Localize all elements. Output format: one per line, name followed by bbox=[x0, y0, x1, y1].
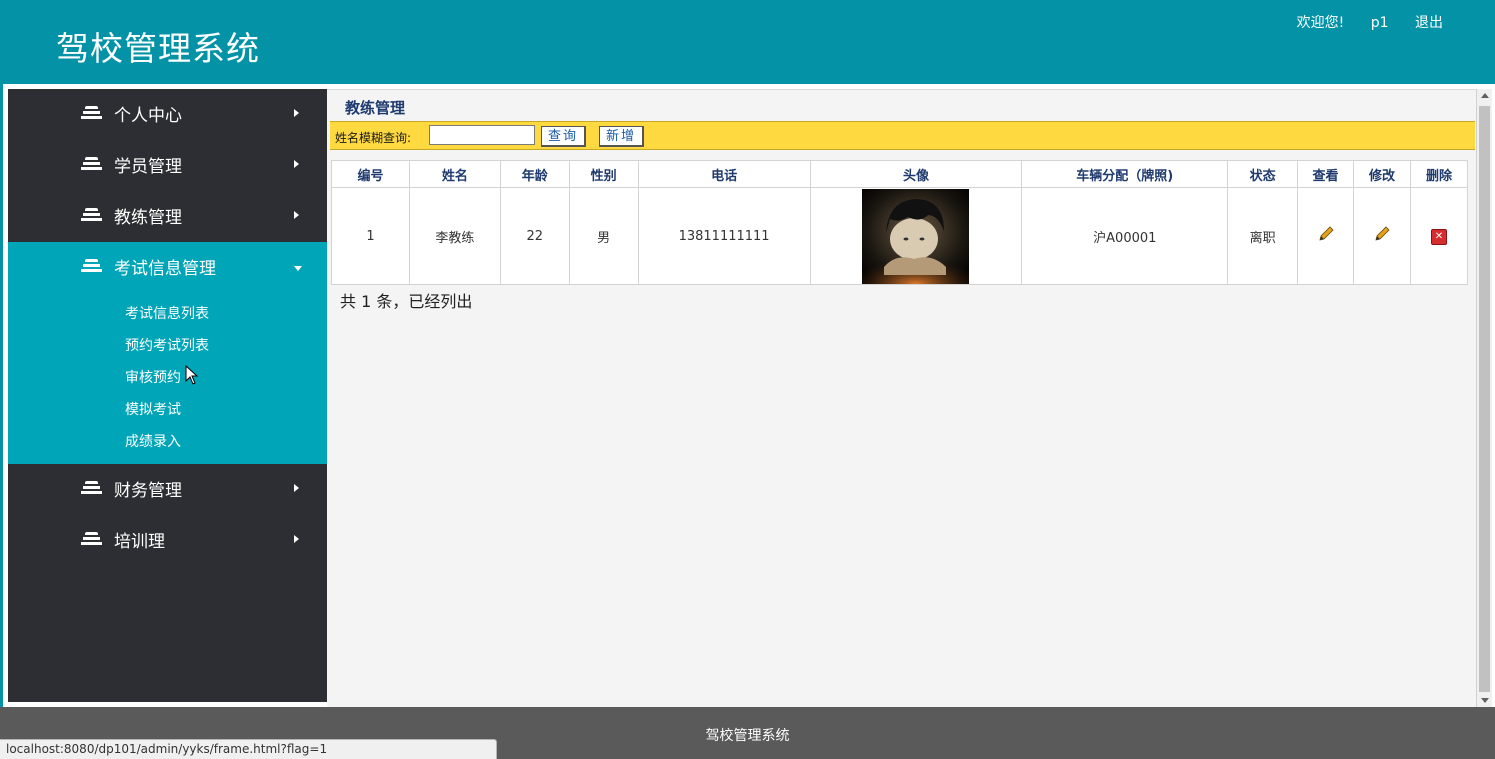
col-header-edit: 修改 bbox=[1353, 160, 1411, 188]
sidebar-item-coach-management[interactable]: 教练管理 bbox=[8, 191, 327, 242]
sidebar-item-finance-management[interactable]: 财务管理 bbox=[8, 464, 327, 515]
stack-icon bbox=[81, 157, 102, 172]
mouse-cursor-icon bbox=[185, 365, 199, 385]
cell-id: 1 bbox=[331, 187, 410, 285]
cell-status: 离职 bbox=[1227, 187, 1299, 285]
scroll-up-icon[interactable] bbox=[1481, 93, 1489, 98]
main-content: 教练管理 姓名模糊查询: 查询 新增 编号 姓名 年龄 性别 电话 头像 车辆分… bbox=[327, 89, 1476, 707]
user-bar: 欢迎您! p1 退出 bbox=[1297, 12, 1443, 32]
table-header-row: 编号 姓名 年龄 性别 电话 头像 车辆分配（牌照) 状态 查看 修改 删除 bbox=[331, 160, 1469, 188]
caret-right-icon bbox=[294, 109, 299, 117]
caret-right-icon bbox=[294, 160, 299, 168]
caret-right-icon bbox=[294, 211, 299, 219]
app-title: 驾校管理系统 bbox=[56, 29, 260, 68]
stack-icon bbox=[81, 259, 102, 274]
caret-right-icon bbox=[294, 484, 299, 492]
scroll-down-icon[interactable] bbox=[1481, 698, 1489, 703]
welcome-text: 欢迎您! bbox=[1296, 15, 1345, 31]
sidebar-item-label: 培训理 bbox=[114, 532, 165, 552]
col-header-id: 编号 bbox=[331, 160, 410, 188]
stack-icon bbox=[81, 532, 102, 547]
submenu-item-review-reservation[interactable]: 审核预约 bbox=[8, 362, 327, 394]
sidebar-item-label: 个人中心 bbox=[114, 106, 182, 126]
browser-status-bar: localhost:8080/dp101/admin/yyks/frame.ht… bbox=[0, 739, 497, 759]
logout-link[interactable]: 退出 bbox=[1415, 15, 1443, 31]
cell-gender: 男 bbox=[568, 187, 639, 285]
pencil-icon[interactable] bbox=[1373, 225, 1391, 243]
sidebar-item-exam-info-management[interactable]: 考试信息管理 bbox=[8, 242, 327, 293]
cell-name: 李教练 bbox=[408, 187, 501, 285]
pencil-icon[interactable] bbox=[1317, 225, 1335, 243]
sidebar-item-label: 学员管理 bbox=[114, 157, 182, 177]
col-header-phone: 电话 bbox=[637, 160, 811, 188]
cell-delete: ✕ bbox=[1409, 187, 1469, 285]
sidebar-item-student-management[interactable]: 学员管理 bbox=[8, 140, 327, 191]
col-header-name: 姓名 bbox=[408, 160, 501, 188]
submenu-item-mock-exam[interactable]: 模拟考试 bbox=[8, 394, 327, 426]
coach-table: 编号 姓名 年龄 性别 电话 头像 车辆分配（牌照) 状态 查看 修改 删除 1… bbox=[331, 160, 1469, 285]
stack-icon bbox=[81, 208, 102, 223]
page-title: 教练管理 bbox=[345, 99, 406, 117]
table-row: 1 李教练 22 男 13811111111 沪A00001 离职 ✕ bbox=[331, 187, 1469, 285]
col-header-gender: 性别 bbox=[568, 160, 639, 188]
add-button[interactable]: 新增 bbox=[599, 126, 645, 147]
cell-edit bbox=[1353, 187, 1411, 285]
delete-icon[interactable]: ✕ bbox=[1430, 228, 1447, 245]
header: 驾校管理系统 欢迎您! p1 退出 bbox=[0, 0, 1495, 84]
sidebar-item-personal-center[interactable]: 个人中心 bbox=[8, 89, 327, 140]
cell-vehicle: 沪A00001 bbox=[1021, 187, 1229, 285]
vertical-scrollbar[interactable] bbox=[1476, 89, 1492, 707]
col-header-avatar: 头像 bbox=[809, 160, 1023, 188]
cell-avatar bbox=[809, 187, 1023, 285]
sidebar-item-label: 考试信息管理 bbox=[114, 259, 216, 279]
stack-icon bbox=[81, 106, 102, 121]
query-button[interactable]: 查询 bbox=[541, 126, 587, 147]
username: p1 bbox=[1370, 15, 1389, 31]
sidebar: 个人中心 学员管理 教练管理 考试信息管理 考试信息列表 预约考试列表 审核预约… bbox=[8, 89, 327, 702]
submenu-item-reservation-list[interactable]: 预约考试列表 bbox=[8, 330, 327, 362]
col-header-age: 年龄 bbox=[499, 160, 570, 188]
submenu-item-score-entry[interactable]: 成绩录入 bbox=[8, 426, 327, 458]
record-summary: 共 1 条，已经列出 bbox=[340, 292, 473, 311]
caret-down-icon bbox=[294, 266, 302, 271]
col-header-vehicle: 车辆分配（牌照) bbox=[1021, 160, 1229, 188]
frame-border bbox=[0, 84, 3, 707]
cell-view bbox=[1297, 187, 1355, 285]
submenu-item-exam-list[interactable]: 考试信息列表 bbox=[8, 298, 327, 330]
caret-right-icon bbox=[294, 535, 299, 543]
avatar bbox=[862, 188, 970, 284]
sidebar-item-label: 财务管理 bbox=[114, 481, 182, 501]
col-header-delete: 删除 bbox=[1409, 160, 1469, 188]
search-bar: 姓名模糊查询: 查询 新增 bbox=[330, 121, 1475, 150]
cell-phone: 13811111111 bbox=[637, 187, 811, 285]
name-search-input[interactable] bbox=[429, 125, 535, 145]
sidebar-item-label: 教练管理 bbox=[114, 208, 182, 228]
col-header-view: 查看 bbox=[1297, 160, 1355, 188]
col-header-status: 状态 bbox=[1227, 160, 1299, 188]
scroll-thumb[interactable] bbox=[1479, 106, 1490, 692]
stack-icon bbox=[81, 481, 102, 496]
sidebar-submenu: 考试信息列表 预约考试列表 审核预约 模拟考试 成绩录入 bbox=[8, 293, 327, 464]
search-label: 姓名模糊查询: bbox=[335, 131, 412, 145]
cell-age: 22 bbox=[499, 187, 570, 285]
sidebar-item-training[interactable]: 培训理 bbox=[8, 515, 327, 566]
